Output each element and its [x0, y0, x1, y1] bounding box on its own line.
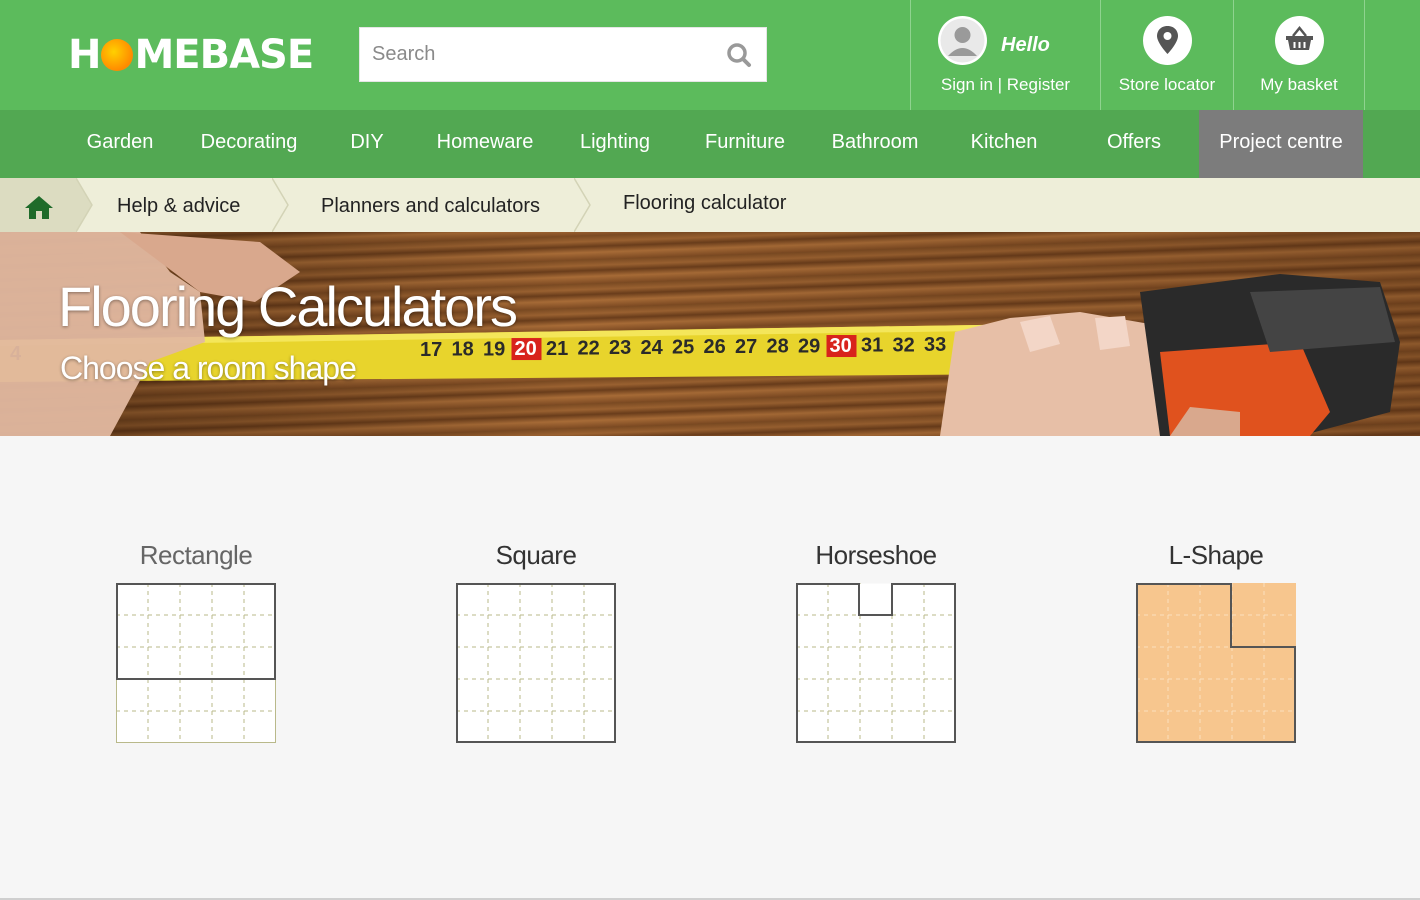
- breadcrumb-separator: [76, 178, 93, 232]
- nav-item-lighting[interactable]: Lighting: [566, 110, 664, 178]
- site-header: H MEBASE Hello Sign in | Register: [0, 0, 1420, 110]
- nav-item-furniture[interactable]: Furniture: [690, 110, 800, 178]
- shape-option-l-shape[interactable]: L-Shape: [1066, 540, 1366, 743]
- hero-title: Flooring Calculators: [58, 275, 518, 338]
- map-pin-icon: [1143, 16, 1192, 65]
- l-shape-icon: [1136, 583, 1296, 743]
- shape-option-square[interactable]: Square: [386, 540, 686, 743]
- account-signin[interactable]: Hello Sign in | Register: [910, 0, 1100, 110]
- hero-banner: 41718192021222324252627282930313233 Floo…: [0, 232, 1420, 436]
- homebase-logo[interactable]: H MEBASE: [68, 32, 314, 78]
- logo-text-left: H: [68, 32, 101, 78]
- breadcrumb: Help & advice Planners and calculators F…: [0, 178, 1420, 232]
- my-basket[interactable]: My basket: [1233, 0, 1365, 110]
- tape-number: 32: [893, 334, 915, 356]
- search-icon[interactable]: [724, 40, 754, 70]
- breadcrumb-help-advice[interactable]: Help & advice: [117, 195, 240, 218]
- search-input[interactable]: [360, 28, 720, 81]
- basket-label: My basket: [1260, 75, 1338, 94]
- tape-number: 20: [515, 338, 537, 360]
- store-locator[interactable]: Store locator: [1100, 0, 1233, 110]
- breadcrumb-separator: [574, 178, 591, 232]
- tape-number: 22: [578, 337, 600, 359]
- nav-item-decorating[interactable]: Decorating: [189, 110, 309, 178]
- tape-number: 28: [767, 336, 789, 358]
- tape-number: 27: [735, 336, 757, 358]
- tape-number: 26: [704, 336, 726, 358]
- logo-sun-icon: [101, 39, 134, 71]
- store-locator-label: Store locator: [1118, 75, 1216, 94]
- shape-option-horseshoe[interactable]: Horseshoe: [726, 540, 1026, 743]
- tape-number: 30: [830, 335, 852, 357]
- signin-register-link[interactable]: Sign in | Register: [911, 75, 1100, 95]
- shape-label-rectangle: Rectangle: [139, 540, 253, 570]
- nav-item-bathroom[interactable]: Bathroom: [820, 110, 930, 178]
- basket-icon: [1275, 16, 1324, 65]
- square-shape-icon: [456, 583, 616, 743]
- breadcrumb-home[interactable]: [0, 178, 76, 232]
- tape-number: 25: [672, 337, 694, 359]
- shape-label-square: Square: [495, 540, 577, 570]
- shape-option-rectangle[interactable]: Rectangle: [46, 540, 346, 743]
- nav-item-diy[interactable]: DIY: [333, 110, 401, 178]
- search-box: [359, 27, 767, 82]
- tape-number: 19: [483, 338, 505, 360]
- shape-label-l-shape: L-Shape: [1168, 540, 1264, 570]
- greeting-text: Hello: [1001, 34, 1050, 56]
- breadcrumb-planners-calculators[interactable]: Planners and calculators: [321, 195, 540, 218]
- rectangle-shape-icon: [116, 583, 276, 743]
- tape-number: 18: [452, 339, 474, 361]
- nav-item-offers[interactable]: Offers: [1090, 110, 1178, 178]
- tape-number: 17: [420, 339, 442, 361]
- tape-number: 24: [641, 337, 664, 359]
- logo-text-right: MEBASE: [134, 32, 314, 78]
- nav-item-homeware[interactable]: Homeware: [425, 110, 545, 178]
- home-icon: [24, 195, 54, 224]
- nav-item-kitchen[interactable]: Kitchen: [954, 110, 1054, 178]
- tape-number: 23: [609, 337, 631, 359]
- tape-number: 29: [798, 335, 820, 357]
- breadcrumb-separator: [272, 178, 289, 232]
- tape-number: 33: [924, 334, 946, 356]
- nav-item-garden[interactable]: Garden: [70, 110, 170, 178]
- nav-item-project-centre[interactable]: Project centre: [1199, 110, 1363, 178]
- main-nav: Garden Decorating DIY Homeware Lighting …: [0, 110, 1420, 178]
- hero-subtitle: Choose a room shape: [60, 350, 357, 386]
- user-icon: [938, 16, 987, 65]
- breadcrumb-current: Flooring calculator: [623, 192, 787, 214]
- shape-label-horseshoe: Horseshoe: [815, 540, 937, 570]
- tape-number: 31: [861, 335, 883, 357]
- horseshoe-shape-icon: [796, 583, 956, 743]
- tape-number: 21: [546, 338, 568, 360]
